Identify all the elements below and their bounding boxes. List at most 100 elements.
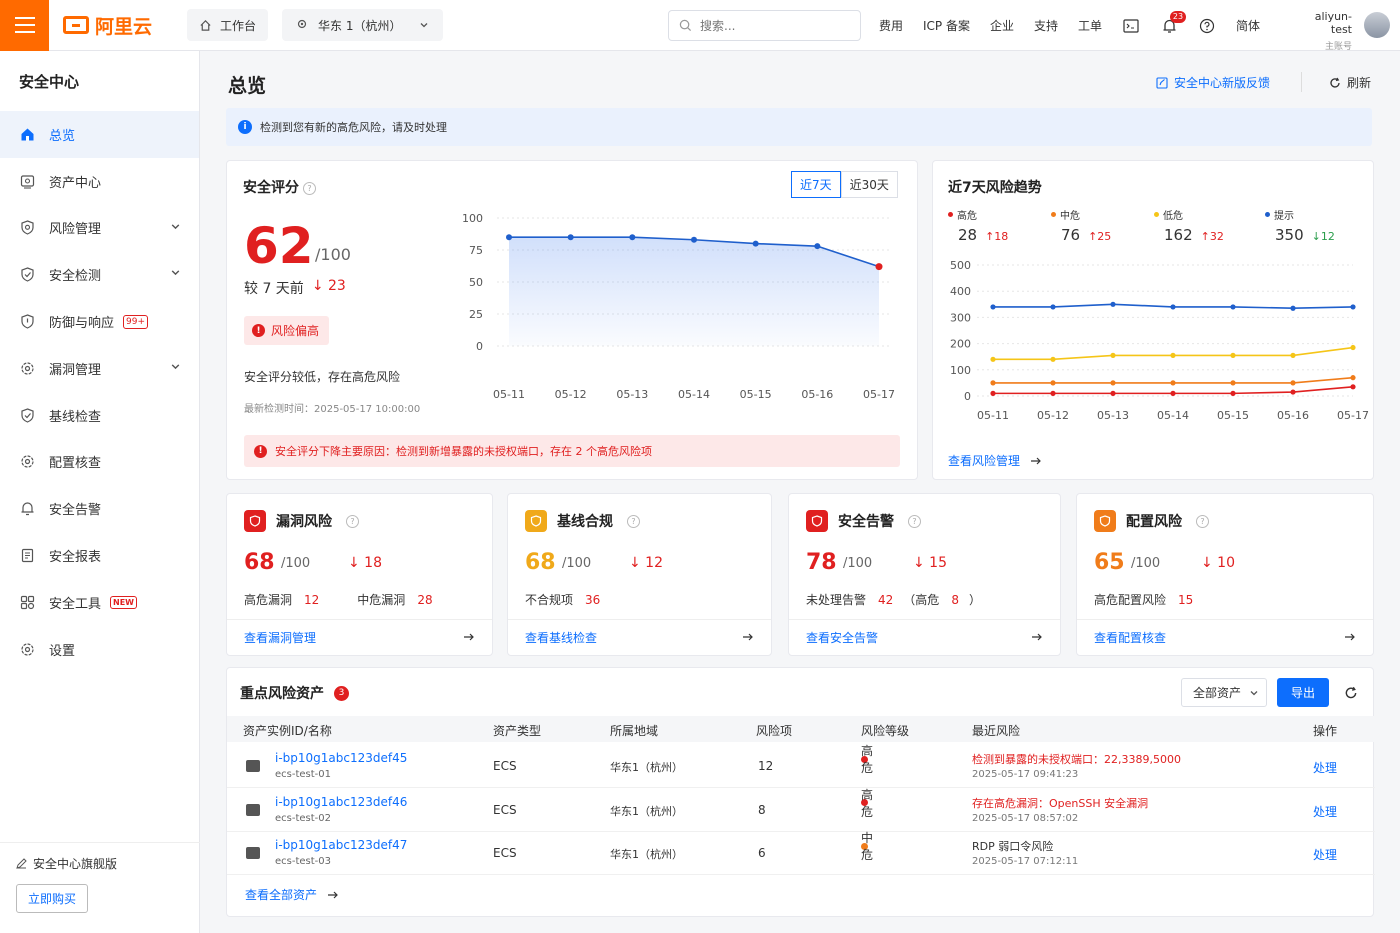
- tab-7days[interactable]: 近7天: [791, 171, 841, 198]
- arrow-right-icon: [1031, 631, 1043, 645]
- help-icon[interactable]: [1198, 17, 1216, 35]
- last-check-time: 最新检测时间：2025-05-17 10:00:00: [244, 404, 421, 415]
- metric-link[interactable]: 查看配置核查: [1077, 619, 1373, 655]
- shield-check-icon: [19, 407, 36, 424]
- asset-id-link[interactable]: i-bp10g1abc123def47: [275, 838, 407, 852]
- feedback-link[interactable]: 安全中心新版反馈: [1156, 74, 1270, 91]
- metric-link-label: 查看基线检查: [525, 631, 598, 645]
- sidebar-item-label: 安全报表: [49, 550, 102, 566]
- edition-panel: 安全中心旗舰版 立即购买: [0, 842, 200, 925]
- terminal-icon[interactable]: [1122, 17, 1140, 35]
- column-header: 操作: [1313, 724, 1338, 738]
- sidebar-item-assets[interactable]: 资产中心: [0, 158, 199, 205]
- bell-icon[interactable]: 23: [1160, 10, 1187, 35]
- risk-count: 8: [758, 802, 766, 817]
- risk-trend-card: 近7天风险趋势 高危 28 ↑18 中危 76 ↑25 低危 162 ↑32 提示 350 ↓12 0…: [932, 160, 1374, 480]
- metric-detail: 不合规项 36: [525, 591, 600, 608]
- sidebar-item-settings[interactable]: 设置: [0, 626, 199, 673]
- avatar[interactable]: [1364, 12, 1390, 38]
- nav-support[interactable]: 支持: [1034, 17, 1058, 34]
- sidebar-item-reports[interactable]: 安全报表: [0, 532, 199, 579]
- buy-button[interactable]: 立即购买: [16, 884, 88, 913]
- legend-delta: ↑32: [1200, 230, 1224, 243]
- x-tick-label: 05-14: [1157, 409, 1189, 422]
- metric-detail-item: （高危 8: [903, 591, 959, 608]
- help-icon[interactable]: ?: [1196, 514, 1209, 528]
- metric-card-header: 安全告警?: [806, 510, 921, 532]
- help-icon[interactable]: ?: [346, 514, 359, 528]
- nav-enterprise[interactable]: 企业: [990, 17, 1014, 34]
- help-icon[interactable]: ?: [908, 514, 921, 528]
- warning-icon: !: [252, 324, 265, 337]
- series-point: [1290, 305, 1296, 311]
- asset-region: 华东1（杭州）: [610, 804, 683, 818]
- workbench-button[interactable]: 工作台: [187, 9, 269, 41]
- server-icon: [246, 847, 260, 860]
- language-switch[interactable]: 简体: [1236, 17, 1260, 34]
- refresh-button[interactable]: 刷新: [1329, 74, 1371, 91]
- y-tick-label: 25: [469, 308, 483, 321]
- search-input[interactable]: [700, 18, 840, 33]
- handle-button[interactable]: 处理: [1313, 846, 1337, 863]
- asset-id-link[interactable]: i-bp10g1abc123def45: [275, 751, 407, 765]
- help-icon[interactable]: ?: [627, 514, 640, 528]
- y-tick-label: 100: [462, 212, 483, 225]
- region-select[interactable]: 华东 1（杭州）: [282, 9, 444, 41]
- x-tick-label: 05-11: [977, 409, 1009, 422]
- feedback-icon: [1156, 76, 1168, 89]
- alert-banner: i 检测到您有新的高危风险，请及时处理: [226, 108, 1372, 146]
- search-box[interactable]: [668, 10, 861, 41]
- nav-ticket[interactable]: 工单: [1078, 17, 1102, 34]
- range-tabs: 近7天 近30天: [791, 171, 898, 198]
- asset-id-link[interactable]: i-bp10g1abc123def46: [275, 795, 407, 809]
- legend-values: 162 ↑32: [1154, 226, 1224, 244]
- view-all-assets-link[interactable]: 查看全部资产: [245, 886, 339, 903]
- export-button[interactable]: 导出: [1277, 678, 1329, 707]
- metric-detail: 未处理告警 42 （高危 8 ）: [806, 591, 981, 608]
- help-icon[interactable]: ?: [303, 181, 316, 195]
- series-point: [1290, 389, 1296, 395]
- sidebar-item-label: 资产中心: [49, 175, 102, 191]
- metric-link[interactable]: 查看漏洞管理: [227, 619, 492, 655]
- column-header: 资产实例ID/名称: [243, 724, 332, 738]
- menu-icon[interactable]: [0, 0, 49, 51]
- tab-30days[interactable]: 近30天: [840, 171, 898, 198]
- aliyun-logo[interactable]: 阿里云: [63, 12, 173, 39]
- legend-label: 高危: [948, 207, 1008, 222]
- asset-region: 华东1（杭州）: [610, 848, 683, 862]
- sidebar-item-overview[interactable]: 总览: [0, 111, 199, 158]
- metric-link[interactable]: 查看安全告警: [789, 619, 1060, 655]
- arrow-right-icon: [742, 631, 754, 645]
- sidebar-item-defense[interactable]: 防御与响应 99+: [0, 298, 199, 345]
- nav-fees[interactable]: 费用: [879, 17, 903, 34]
- handle-button[interactable]: 处理: [1313, 803, 1337, 820]
- legend-value: 76: [1061, 226, 1081, 244]
- shield-icon: [19, 313, 36, 330]
- y-tick-label: 500: [950, 259, 971, 272]
- sidebar-item-alerts[interactable]: 安全告警: [0, 485, 199, 532]
- nav-icp[interactable]: ICP 备案: [923, 17, 970, 34]
- metric-link-label: 查看安全告警: [806, 631, 879, 645]
- compare-label: 较 7 天前: [244, 281, 304, 297]
- view-risk-link[interactable]: 查看风险管理: [948, 452, 1042, 469]
- refresh-icon[interactable]: [1344, 686, 1358, 700]
- sidebar-item-detection[interactable]: 安全检测: [0, 251, 199, 298]
- sidebar-item-baseline[interactable]: 基线检查: [0, 392, 199, 439]
- view-risk-label: 查看风险管理: [948, 454, 1021, 468]
- handle-button[interactable]: 处理: [1313, 759, 1337, 776]
- chevron-down-icon: [421, 23, 428, 28]
- series-point: [1050, 356, 1056, 362]
- user-info[interactable]: aliyun-test 主账号: [1296, 10, 1352, 52]
- table-header: 资产实例ID/名称 资产类型 所属地域 风险项 风险等级 最近风险 操作: [227, 716, 1375, 742]
- series-point: [1110, 301, 1116, 307]
- metric-title: 安全告警: [838, 514, 894, 530]
- sidebar-item-tools[interactable]: 安全工具 NEW: [0, 579, 199, 626]
- sidebar-item-config[interactable]: 配置核查: [0, 439, 199, 486]
- metric-link[interactable]: 查看基线检查: [508, 619, 771, 655]
- sidebar-item-vuln[interactable]: 漏洞管理: [0, 345, 199, 392]
- sidebar-item-risk[interactable]: 风险管理: [0, 205, 199, 252]
- metric-card: 基线合规? 68/100 ↓ 12 不合规项 36 查看基线检查: [507, 493, 772, 656]
- x-tick-label: 05-13: [1097, 409, 1129, 422]
- asset-filter-select[interactable]: 全部资产: [1181, 678, 1267, 707]
- metric-delta: ↓ 15: [913, 555, 947, 571]
